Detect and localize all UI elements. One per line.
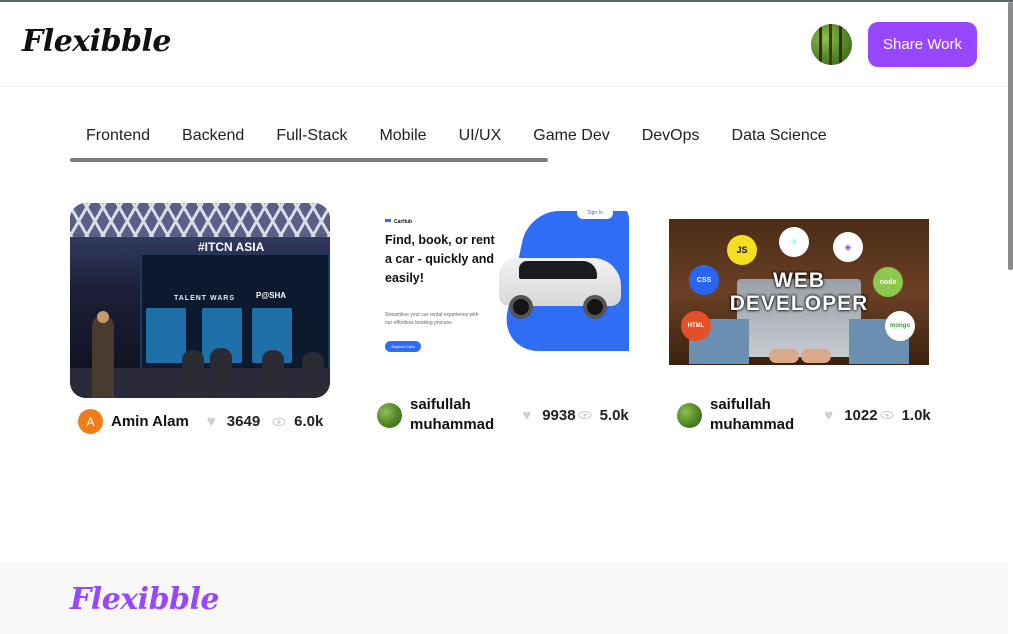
likes-count: 3649: [226, 413, 261, 430]
sign-in-pill: Sign In: [577, 207, 613, 219]
page-scrollbar[interactable]: [1008, 2, 1013, 270]
author-name-line: muhammad: [410, 416, 495, 433]
js-logo-icon: JS: [727, 235, 757, 265]
speaker-head: [97, 311, 109, 323]
panelist-figure: [302, 352, 324, 398]
carhub-logo-icon: [385, 219, 391, 222]
panelist-figure: [210, 348, 232, 398]
eye-icon: [577, 410, 592, 420]
top-navbar: Flexibble Share Work: [0, 2, 1008, 87]
category-tab-ui-ux[interactable]: UI/UX: [443, 120, 518, 152]
category-tab-game-dev[interactable]: Game Dev: [517, 120, 625, 152]
explore-cars-pill: Explore Cars: [385, 341, 421, 352]
author-avatar[interactable]: [377, 402, 402, 428]
views-stat: 6.0k: [272, 413, 323, 430]
project-meta: saifullah muhammad ♥ 9938 5.0k: [369, 395, 629, 435]
share-work-button[interactable]: Share Work: [868, 22, 977, 67]
flexibble-logo[interactable]: Flexibble: [22, 24, 172, 59]
redux-logo-icon: ◈: [833, 232, 863, 262]
heart-icon[interactable]: ♥: [522, 408, 536, 423]
car-wheel: [509, 295, 533, 319]
likes-stat: ♥ 1022: [824, 407, 877, 424]
author-avatar[interactable]: A: [78, 409, 103, 434]
category-tab-full-stack[interactable]: Full-Stack: [260, 120, 363, 152]
author-name[interactable]: saifullah muhammad: [710, 395, 794, 435]
node-logo-icon: node: [873, 267, 903, 297]
event-title-text: TALENT WARS: [174, 295, 236, 302]
css-logo-icon: CSS: [689, 265, 719, 295]
category-scrollbar[interactable]: [70, 158, 548, 162]
car-wheel: [583, 295, 607, 319]
views-count: 5.0k: [599, 406, 629, 424]
likes-stat: ♥ 9938: [522, 407, 575, 424]
category-tab-backend[interactable]: Backend: [166, 120, 260, 152]
heart-icon[interactable]: ♥: [207, 414, 221, 429]
project-meta: saifullah muhammad ♥ 1022 1.0k: [669, 395, 931, 435]
hand: [801, 349, 831, 363]
project-card[interactable]: #ITCN ASIA TALENT WARS P@SHA A Amin Alam…: [70, 203, 330, 434]
views-count: 6.0k: [294, 413, 324, 430]
heart-icon[interactable]: ♥: [824, 408, 838, 423]
project-meta: A Amin Alam ♥ 3649 6.0k: [70, 409, 330, 434]
likes-stat: ♥ 3649: [207, 413, 260, 430]
html-logo-icon: HTML: [681, 311, 711, 341]
footer-logo[interactable]: Flexibble: [70, 582, 220, 617]
author-name[interactable]: Amin Alam: [111, 412, 189, 432]
footer: Flexibble: [0, 562, 1008, 634]
views-count: 1.0k: [901, 406, 931, 424]
speaker-figure: [92, 316, 114, 398]
likes-count: 9938: [542, 406, 576, 424]
likes-count: 1022: [844, 406, 878, 424]
author-name[interactable]: saifullah muhammad: [410, 395, 494, 435]
category-tab-devops[interactable]: DevOps: [626, 120, 716, 152]
author-name-line: saifullah: [710, 396, 771, 413]
hand: [769, 349, 799, 363]
eye-icon: [272, 417, 286, 426]
screen-panel: [146, 308, 186, 363]
project-thumbnail[interactable]: WEB DEVELOPER JS ⚛ ◈ CSS node HTML mongo: [669, 219, 929, 365]
views-stat: 5.0k: [577, 406, 629, 424]
category-tab-frontend[interactable]: Frontend: [70, 120, 166, 152]
partner-text: P@SHA: [256, 291, 287, 300]
author-name-line: muhammad: [710, 416, 795, 433]
author-avatar[interactable]: [677, 402, 702, 428]
project-thumbnail[interactable]: #ITCN ASIA TALENT WARS P@SHA: [70, 203, 330, 398]
panelist-figure: [262, 350, 284, 398]
user-avatar[interactable]: [811, 24, 852, 65]
category-tab-mobile[interactable]: Mobile: [363, 120, 442, 152]
project-card[interactable]: CarHub Sign In Find, book, or rent a car…: [369, 203, 629, 433]
app-name: CarHub: [394, 219, 413, 225]
eye-icon: [879, 410, 894, 420]
event-brand-text: #ITCN ASIA: [198, 240, 265, 254]
author-name-line: saifullah: [410, 396, 471, 413]
hero-subtext: Streamline your car rental experience wi…: [385, 312, 479, 326]
panelist-figure: [182, 350, 204, 398]
car-window: [519, 261, 597, 279]
category-tabs: Frontend Backend Full-Stack Mobile UI/UX…: [70, 120, 843, 160]
project-thumbnail[interactable]: CarHub Sign In Find, book, or rent a car…: [369, 203, 629, 398]
hero-headline: Find, book, or rent a car - quickly and …: [385, 233, 495, 285]
mongodb-logo-icon: mongo: [885, 311, 915, 341]
stage-truss: [70, 203, 330, 237]
react-logo-icon: ⚛: [779, 227, 809, 257]
project-card[interactable]: WEB DEVELOPER JS ⚛ ◈ CSS node HTML mongo…: [669, 203, 931, 433]
category-tab-data-science[interactable]: Data Science: [716, 120, 843, 152]
views-stat: 1.0k: [879, 406, 931, 424]
